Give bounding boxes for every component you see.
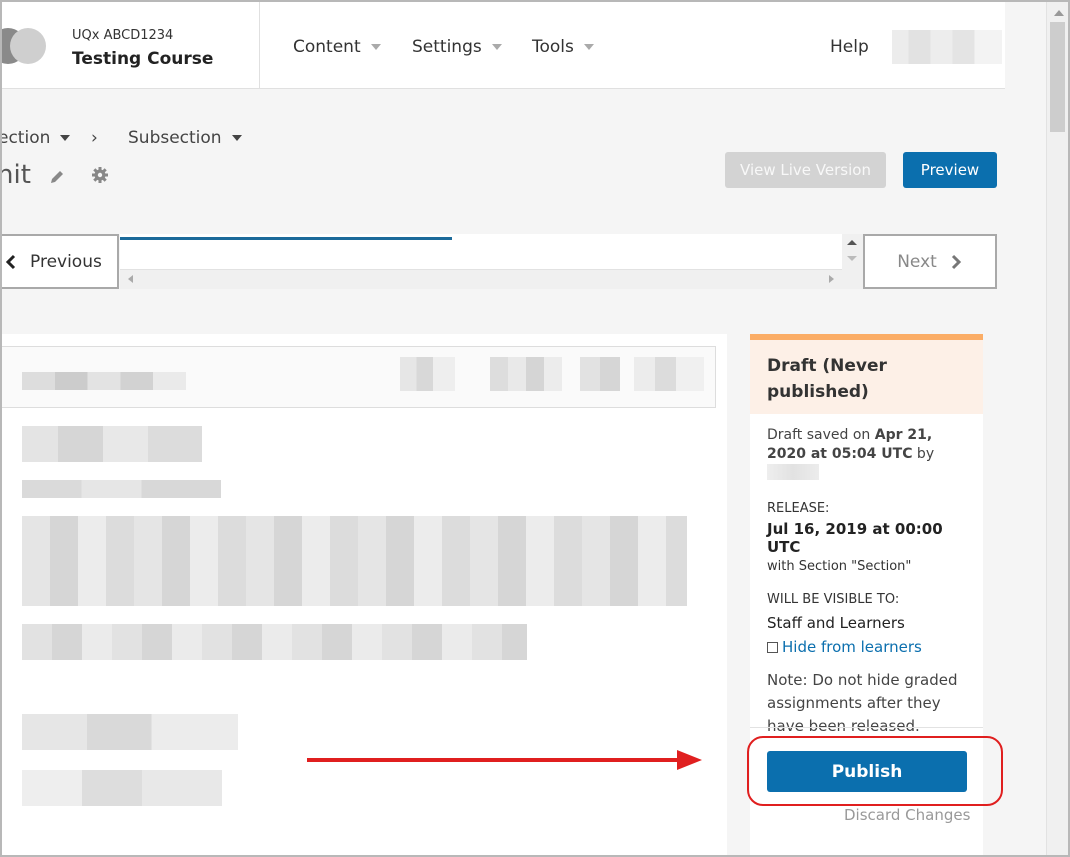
hide-from-learners-toggle[interactable]: Hide from learners — [767, 638, 972, 656]
annotation-arrow — [307, 750, 702, 770]
draft-saved-by: by — [912, 446, 935, 462]
breadcrumb-subsection[interactable]: Subsection — [128, 128, 242, 148]
content-text-redacted — [22, 770, 222, 806]
next-label: Next — [897, 251, 937, 272]
user-menu-redacted[interactable] — [892, 30, 1002, 64]
visible-value: Staff and Learners — [767, 614, 905, 632]
sequence-progress-bar — [120, 237, 453, 240]
content-text-redacted — [22, 426, 202, 462]
visible-label: WILL BE VISIBLE TO: — [767, 592, 900, 607]
nav-tools-menu[interactable]: Tools — [532, 37, 594, 57]
chevron-down-icon — [231, 135, 242, 141]
course-header: UQx ABCD1234 Testing Course Content Sett… — [0, 2, 1005, 89]
chevron-down-icon — [370, 44, 381, 50]
nav-settings-label: Settings — [412, 37, 482, 57]
previous-button[interactable]: Previous — [0, 234, 119, 289]
chevron-down-icon — [491, 44, 502, 50]
chevron-down-icon — [60, 135, 71, 141]
release-date: Jul 16, 2019 at 00:00 UTC — [767, 520, 943, 556]
draft-saved-prefix: Draft saved on — [767, 427, 875, 443]
hide-from-learners-label[interactable]: Hide from learners — [782, 638, 922, 656]
chevron-right-icon — [951, 254, 961, 269]
nav-content-label: Content — [293, 37, 361, 57]
help-link[interactable]: Help — [830, 37, 869, 57]
release-label: RELEASE: — [767, 501, 830, 516]
sequence-horizontal-scrollbar[interactable] — [120, 269, 842, 289]
view-live-version-button[interactable]: View Live Version — [725, 152, 886, 188]
breadcrumb-section[interactable]: ection — [0, 128, 71, 148]
course-title[interactable]: Testing Course — [72, 49, 213, 69]
nav-settings-menu[interactable]: Settings — [412, 37, 502, 57]
breadcrumb-separator: › — [91, 128, 98, 148]
author-redacted — [767, 464, 819, 480]
scroll-left-icon[interactable] — [128, 275, 133, 283]
gear-icon[interactable] — [91, 166, 109, 184]
sidebar-divider — [750, 727, 983, 728]
next-button[interactable]: Next — [863, 234, 997, 289]
previous-label: Previous — [30, 251, 102, 272]
component-header-redacted — [2, 346, 716, 408]
content-text-redacted — [22, 714, 238, 750]
content-text-redacted — [22, 624, 527, 660]
draft-saved-info: Draft saved on Apr 21, 2020 at 05:04 UTC… — [767, 426, 972, 483]
discard-changes-link[interactable]: Discard Changes — [844, 806, 970, 824]
release-with: with Section "Section" — [767, 559, 912, 574]
content-text-redacted — [22, 516, 687, 606]
scroll-down-icon[interactable] — [847, 256, 857, 261]
sequence-strip[interactable] — [120, 234, 842, 289]
course-org: UQx ABCD1234 — [72, 28, 174, 43]
preview-button[interactable]: Preview — [903, 152, 997, 188]
scrollbar-thumb[interactable] — [1050, 22, 1065, 132]
breadcrumb-subsection-label: Subsection — [128, 128, 222, 148]
chevron-down-icon — [583, 44, 594, 50]
scroll-up-icon[interactable] — [1054, 10, 1064, 16]
header-divider — [259, 2, 260, 89]
unit-title: nit — [0, 160, 31, 190]
content-text-redacted — [22, 480, 221, 498]
window-scrollbar[interactable] — [1046, 2, 1068, 855]
nav-content-menu[interactable]: Content — [293, 37, 381, 57]
logo[interactable] — [0, 26, 54, 66]
hide-checkbox[interactable] — [767, 642, 778, 653]
nav-tools-label: Tools — [532, 37, 574, 57]
pencil-icon[interactable] — [48, 168, 66, 186]
scroll-up-icon[interactable] — [847, 240, 857, 245]
scroll-right-icon[interactable] — [829, 275, 834, 283]
annotation-highlight-ring — [747, 736, 1003, 806]
unit-content-area — [2, 334, 727, 857]
sequence-vertical-scrollbar[interactable] — [842, 234, 863, 289]
chevron-left-icon — [5, 254, 16, 269]
status-title: Draft (Never published) — [750, 340, 983, 414]
breadcrumb-section-label: ection — [0, 128, 51, 148]
